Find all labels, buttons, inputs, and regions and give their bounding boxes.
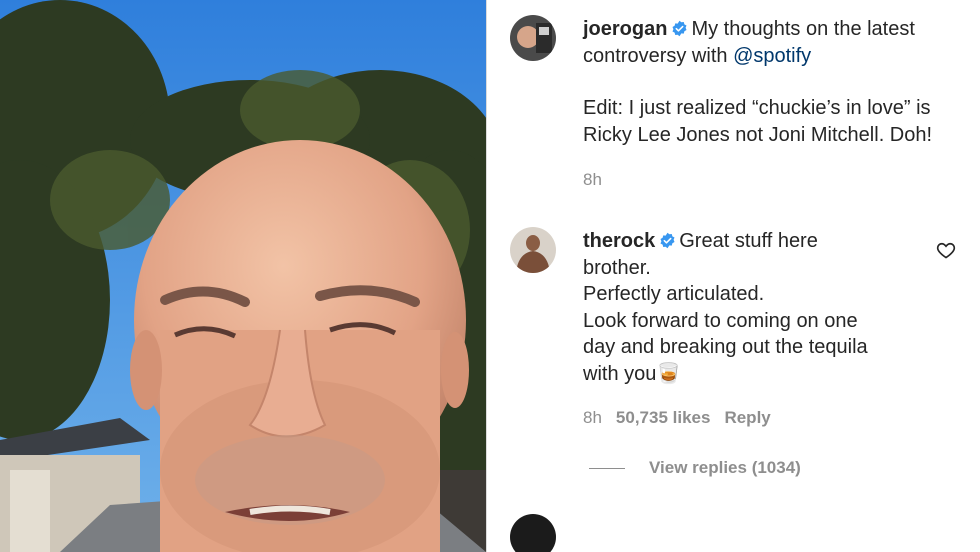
- replies-divider: [589, 467, 625, 469]
- next-comment-partial: ...: [583, 512, 600, 526]
- panel-divider: [486, 0, 487, 552]
- comment-body: therock Great stuff here brother. Perfect…: [583, 228, 963, 387]
- author-avatar[interactable]: [510, 15, 556, 61]
- comment-likes[interactable]: 50,735 likes: [616, 408, 711, 427]
- verified-badge-icon: [660, 232, 675, 249]
- next-commenter-username[interactable]: ...: [583, 514, 600, 526]
- comment-line-2: brother.: [583, 256, 651, 279]
- post-caption: joerogan My thoughts on the latest contro…: [583, 16, 963, 148]
- view-replies-button[interactable]: View replies (1034): [589, 458, 801, 478]
- commenter-avatar[interactable]: [510, 227, 556, 273]
- comment-timestamp[interactable]: 8h: [583, 408, 602, 427]
- comment-meta: 8h 50,735 likes Reply: [583, 408, 785, 428]
- comment-line-3: Perfectly articulated.: [583, 283, 765, 305]
- comment-line-6: with you🥃: [583, 362, 682, 385]
- next-commenter-avatar[interactable]: [510, 514, 556, 552]
- commenter-username[interactable]: therock: [583, 230, 655, 252]
- comment-line-1: Great stuff here: [679, 230, 818, 252]
- post-timestamp[interactable]: 8h: [583, 170, 602, 190]
- comments-panel: joerogan My thoughts on the latest contro…: [486, 0, 980, 552]
- verified-badge-icon: [672, 20, 687, 37]
- video-still: [0, 0, 486, 552]
- comment-line-5: day and breaking out the tequila: [583, 336, 868, 358]
- view-replies-label: View replies (1034): [649, 458, 801, 477]
- author-username[interactable]: joerogan: [583, 18, 667, 40]
- comment-line-4: Look forward to coming on one: [583, 309, 858, 332]
- heart-icon[interactable]: [936, 240, 956, 260]
- caption-edit-text: Edit: I just realized “chuckie’s in love…: [583, 97, 933, 146]
- mention-link[interactable]: @spotify: [733, 45, 811, 67]
- video-frame[interactable]: [0, 0, 486, 552]
- reply-button[interactable]: Reply: [724, 408, 770, 427]
